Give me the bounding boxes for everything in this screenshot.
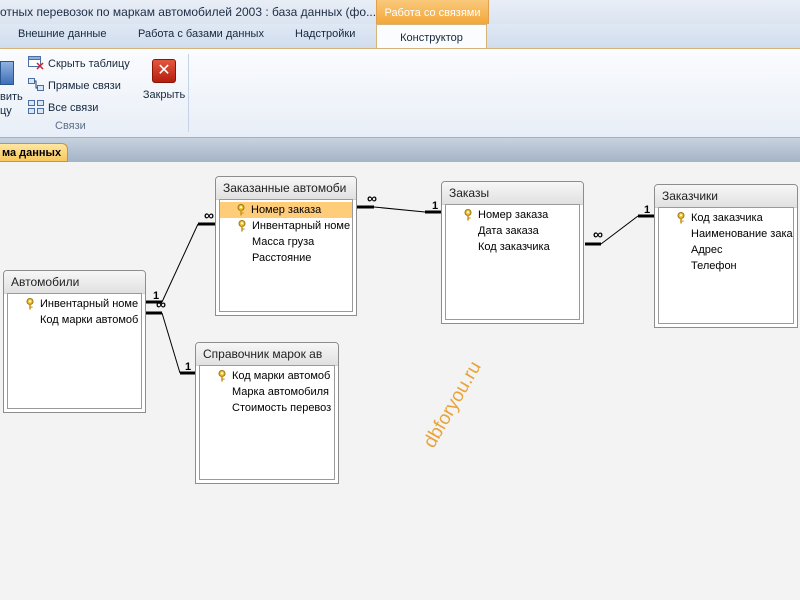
cardinality-one-label: 1 (432, 200, 438, 212)
field-name: Расстояние (252, 252, 312, 264)
field-name: Инвентарный номе (252, 220, 351, 232)
direct-links-button[interactable]: Прямые связи (28, 78, 121, 92)
close-icon: ✕ (152, 59, 176, 83)
field-name: Телефон (691, 260, 737, 272)
primary-key-icon (26, 298, 34, 310)
table-cars[interactable]: Автомобили Инвентарный номе Код марки авт… (3, 270, 146, 413)
field-list[interactable]: Код марки автомоб Марка автомобиля Стоимос… (199, 365, 335, 480)
field-row[interactable]: Код марки автомоб (8, 312, 141, 328)
cardinality-many-label: ∞ (367, 190, 377, 206)
table-ordered-cars[interactable]: Заказанные автомоби Номер заказа Инвентар… (215, 176, 357, 316)
relationships-canvas[interactable]: 1 ∞ 1 ∞ 1 ∞ 1 ∞ Автомобили Инвентарный номе Код … (0, 162, 800, 600)
field-name: Наименование заказ (691, 228, 794, 240)
hide-table-button[interactable]: Скрыть таблицу (28, 56, 130, 70)
all-links-button[interactable]: Все связи (28, 100, 98, 114)
field-row[interactable]: Марка автомобиля (200, 384, 334, 400)
table-title[interactable]: Автомобили (4, 271, 145, 294)
field-row[interactable]: Телефон (659, 258, 793, 274)
show-table-label-2[interactable]: цу (0, 105, 12, 117)
hide-table-label: Скрыть таблицу (48, 58, 130, 70)
field-name: Код марки автомоб (232, 370, 331, 382)
field-name: Код заказчика (478, 241, 550, 253)
field-name: Инвентарный номе (40, 298, 139, 310)
field-list[interactable]: Номер заказа Инвентарный номе Масса груза Р… (219, 199, 353, 312)
primary-key-icon (238, 220, 246, 232)
field-name: Номер заказа (251, 204, 322, 216)
show-table-label-1[interactable]: вить (0, 91, 23, 103)
window-title: отных перевозок по маркам автомобилей 20… (0, 5, 377, 19)
table-orders[interactable]: Заказы Номер заказа Дата заказа Код заказч… (441, 181, 584, 324)
relationship-line[interactable] (373, 206, 426, 213)
field-name: Номер заказа (478, 209, 549, 221)
document-tab-strip: ма данных (0, 138, 800, 162)
field-row[interactable]: Инвентарный номе (220, 218, 352, 234)
cardinality-one-label: 1 (644, 204, 650, 216)
field-name: Масса груза (252, 236, 315, 248)
primary-key-icon (464, 209, 472, 221)
table-title[interactable]: Заказанные автомоби (216, 177, 356, 200)
close-label: Закрыть (142, 89, 186, 101)
field-row[interactable]: Номер заказа (446, 207, 579, 223)
cardinality-many-label: ∞ (204, 207, 214, 223)
ribbon-group-label: Связи (55, 120, 86, 132)
field-row[interactable]: Адрес (659, 242, 793, 258)
field-name: Стоимость перевоз (232, 402, 332, 414)
field-row[interactable]: Дата заказа (446, 223, 579, 239)
field-row[interactable]: Инвентарный номе (8, 296, 141, 312)
field-row[interactable]: Стоимость перевоз (200, 400, 334, 416)
tab-database-tools[interactable]: Работа с базами данных (138, 28, 264, 40)
all-links-label: Все связи (48, 102, 99, 114)
direct-links-icon (28, 78, 44, 92)
field-row[interactable]: Код заказчика (446, 239, 579, 255)
all-links-icon (28, 100, 44, 114)
field-name: Код заказчика (691, 212, 763, 224)
table-brands[interactable]: Справочник марок ав Код марки автомоб Мар… (195, 342, 339, 484)
field-row[interactable]: Номер заказа (220, 202, 352, 218)
context-tab-title: Работа со связями (376, 0, 489, 24)
cardinality-many-label: ∞ (156, 296, 166, 312)
field-row[interactable]: Наименование заказ (659, 226, 793, 242)
relationship-line[interactable] (600, 215, 639, 245)
field-list[interactable]: Инвентарный номе Код марки автомоб (7, 293, 142, 409)
field-list[interactable]: Номер заказа Дата заказа Код заказчика (445, 204, 580, 320)
field-row[interactable]: Код марки автомоб (200, 368, 334, 384)
table-title[interactable]: Справочник марок ав (196, 343, 338, 366)
field-name: Код марки автомоб (40, 314, 139, 326)
relationship-line[interactable] (161, 312, 181, 374)
document-tab-relationships[interactable]: ма данных (0, 143, 69, 162)
ribbon-group-separator (188, 54, 189, 132)
tab-external-data[interactable]: Внешние данные (18, 28, 106, 40)
field-name: Дата заказа (478, 225, 539, 237)
relationship-line[interactable] (161, 223, 199, 303)
primary-key-icon (677, 212, 685, 224)
show-table-icon[interactable] (0, 61, 14, 85)
primary-key-icon (237, 204, 245, 216)
field-row[interactable]: Масса груза (220, 234, 352, 250)
field-name: Адрес (691, 244, 723, 256)
ribbon: вить цу Скрыть таблицу Прямые связи Все … (0, 48, 800, 138)
table-title[interactable]: Заказы (442, 182, 583, 205)
primary-key-icon (218, 370, 226, 382)
field-name: Марка автомобиля (232, 386, 330, 398)
field-row[interactable]: Код заказчика (659, 210, 793, 226)
cardinality-one-label: 1 (185, 361, 191, 373)
close-button[interactable]: ✕ Закрыть (140, 57, 188, 107)
hide-table-icon (28, 56, 44, 70)
table-customers[interactable]: Заказчики Код заказчика Наименование зака… (654, 184, 798, 328)
field-list[interactable]: Код заказчика Наименование заказ Адрес Теле… (658, 207, 794, 324)
field-row[interactable]: Расстояние (220, 250, 352, 266)
direct-links-label: Прямые связи (48, 80, 121, 92)
cardinality-many-label: ∞ (593, 226, 603, 242)
table-title[interactable]: Заказчики (655, 185, 797, 208)
tab-addins[interactable]: Надстройки (295, 28, 355, 40)
tab-design[interactable]: Конструктор (376, 24, 487, 49)
